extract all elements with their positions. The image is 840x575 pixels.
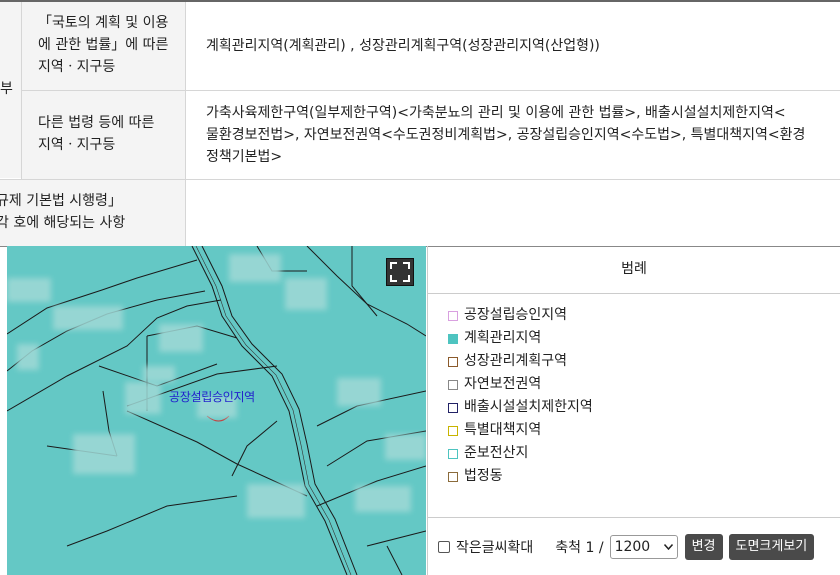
parcel-map[interactable]: 공장설립승인지역 (7, 246, 426, 575)
map-zone-label: 공장설립승인지역 (169, 390, 255, 404)
small-text-zoom-checkbox[interactable] (438, 540, 450, 553)
legend-swatch (448, 425, 458, 436)
row1a-header: 「국토의 계획 및 이용 에 관한 법률」에 따른 지역ㆍ지구등 (22, 2, 185, 90)
legend-label: 법정동 (464, 468, 503, 484)
legend-item: 배출시설설치제한지역 (448, 396, 840, 419)
legend-item: 법정동 (448, 465, 840, 488)
legend-label: 배출시설설치제한지역 (464, 399, 593, 415)
legend-controls: 작은글씨확대 축척 1 / 1200 변경 도면크게보기 (428, 517, 840, 575)
small-text-zoom-label: 작은글씨확대 (456, 539, 534, 556)
legend-label: 특별대책지역 (464, 422, 542, 438)
row1a-value: 계획관리지역(계획관리) , 성장관리계획구역(성장관리지역(산업형)) (206, 38, 600, 54)
legend-swatch (448, 448, 458, 459)
legend-swatch (448, 333, 458, 344)
fullscreen-icon (390, 262, 410, 282)
legend-label: 성장관리계획구역 (464, 353, 568, 369)
legend-label: 계획관리지역 (464, 330, 542, 346)
legend-item: 계획관리지역 (448, 327, 840, 350)
scale-select[interactable]: 1200 (609, 534, 678, 559)
enlarge-map-button[interactable]: 도면크게보기 (728, 533, 815, 560)
legend-item: 준보전산지 (448, 442, 840, 465)
legend-swatch (448, 356, 458, 367)
legend-label: 공장설립승인지역 (464, 307, 568, 323)
legend-label: 준보전산지 (464, 445, 529, 461)
legend-list: 공장설립승인지역계획관리지역성장관리계획구역자연보전권역배출시설설치제한지역특별… (428, 294, 840, 488)
row1b-header: 다른 법령 등에 따른 지역ㆍ지구등 (22, 91, 185, 179)
legend-swatch (448, 402, 458, 413)
legend-item: 성장관리계획구역 (448, 350, 840, 373)
legend-item: 공장설립승인지역 (448, 304, 840, 327)
fullscreen-button[interactable] (386, 258, 414, 286)
legend-title: 범례 (428, 246, 840, 294)
legend-swatch (448, 310, 458, 321)
land-use-table: 부 「국토의 계획 및 이용 에 관한 법률」에 따른 지역ㆍ지구등 계획관리지… (0, 0, 840, 247)
legend-label: 자연보전권역 (464, 376, 542, 392)
legend-item: 자연보전권역 (448, 373, 840, 396)
scale-label: 축척 1 / (555, 539, 604, 556)
change-scale-button[interactable]: 변경 (684, 533, 723, 560)
row1b-value: 가축사육제한구역(일부제한구역)<가축분뇨의 관리 및 이용에 관한 법률>, … (206, 105, 806, 165)
legend-swatch (448, 379, 458, 390)
chevron-down-icon (663, 543, 673, 550)
row1-left-fragment: 부 (0, 81, 13, 97)
scale-value: 1200 (614, 538, 651, 555)
legend-item: 특별대책지역 (448, 419, 840, 442)
legend-swatch (448, 471, 458, 482)
legend-panel: 범례 공장설립승인지역계획관리지역성장관리계획구역자연보전권역배출시설설치제한지… (427, 246, 840, 575)
row2-header: 규제 기본법 시행령」 각 호에 해당되는 사항 (0, 180, 185, 247)
